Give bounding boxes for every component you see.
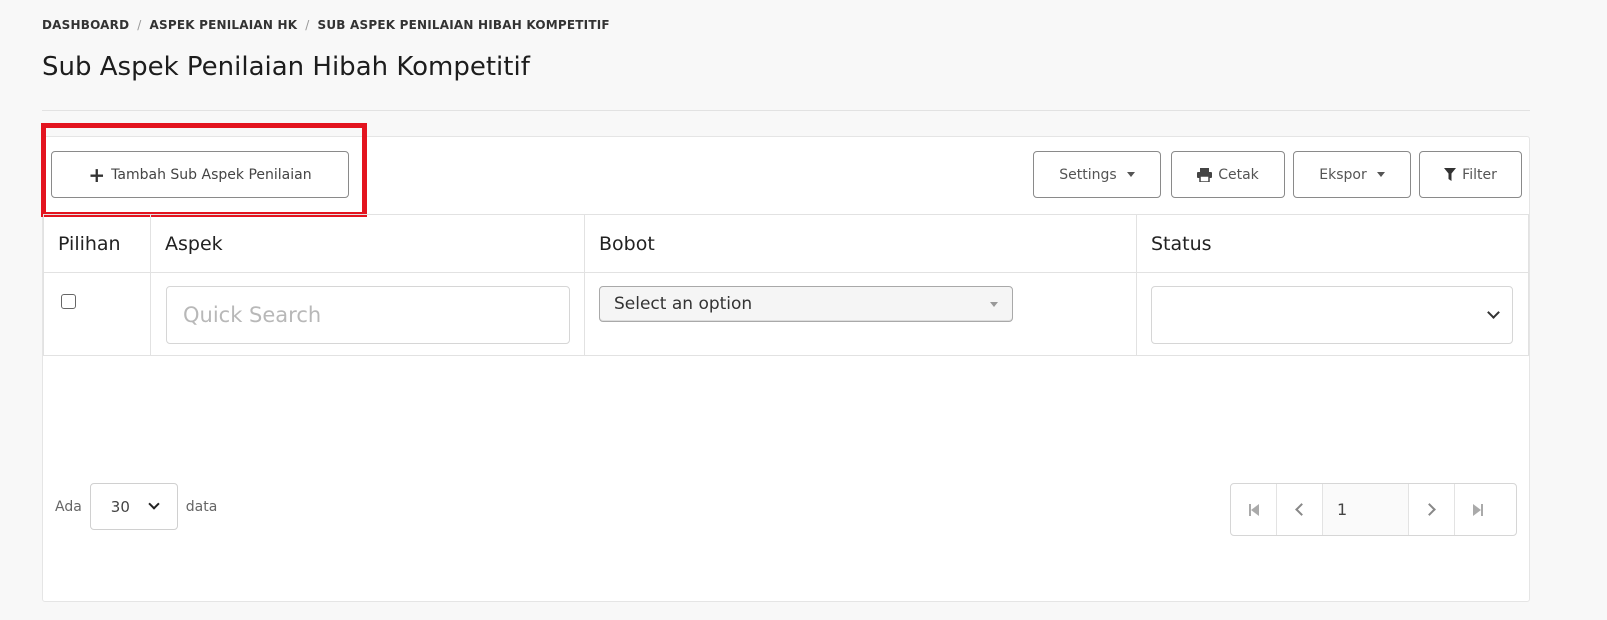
column-header-aspek[interactable]: Aspek xyxy=(150,214,585,273)
filter-cell-pilihan xyxy=(43,272,151,356)
previous-page-button[interactable] xyxy=(1277,484,1323,535)
data-table: Pilihan Aspek Bobot Status Select an opt… xyxy=(43,214,1529,356)
add-button-label: Tambah Sub Aspek Penilaian xyxy=(111,166,312,183)
breadcrumb-item-dashboard[interactable]: DASHBOARD xyxy=(42,18,129,32)
breadcrumb-separator: / xyxy=(305,18,310,32)
chevron-left-icon xyxy=(1295,503,1308,516)
export-dropdown-button[interactable]: Ekspor xyxy=(1293,151,1411,198)
funnel-icon xyxy=(1444,168,1457,181)
bobot-select[interactable]: Select an option xyxy=(599,286,1013,322)
page-size-control: Ada 30 data xyxy=(55,483,217,530)
plus-icon: + xyxy=(88,162,106,187)
filter-cell-bobot: Select an option xyxy=(584,272,1137,356)
pagination xyxy=(1230,483,1517,536)
breadcrumb: DASHBOARD / ASPEK PENILAIAN HK / SUB ASP… xyxy=(42,18,610,32)
page-size-suffix: data xyxy=(185,498,218,515)
breadcrumb-item-aspek-penilaian[interactable]: ASPEK PENILAIAN HK xyxy=(150,18,298,32)
first-page-button[interactable] xyxy=(1231,484,1277,535)
bobot-select-placeholder: Select an option xyxy=(614,294,753,314)
column-header-status[interactable]: Status xyxy=(1136,214,1529,273)
add-sub-aspek-button[interactable]: + Tambah Sub Aspek Penilaian xyxy=(51,151,349,198)
print-label: Cetak xyxy=(1218,166,1259,183)
filter-cell-status xyxy=(1136,272,1529,356)
caret-down-icon xyxy=(1126,172,1135,177)
table-filter-row: Select an option xyxy=(43,272,1529,356)
current-page-input[interactable] xyxy=(1323,484,1409,535)
filter-cell-aspek xyxy=(150,272,585,356)
last-page-icon xyxy=(1473,503,1483,516)
page-title: Sub Aspek Penilaian Hibah Kompetitif xyxy=(42,52,530,82)
caret-down-icon xyxy=(1376,172,1385,177)
column-header-pilihan: Pilihan xyxy=(43,214,151,273)
settings-dropdown-button[interactable]: Settings xyxy=(1033,151,1161,198)
title-divider xyxy=(42,110,1530,111)
filter-label: Filter xyxy=(1462,166,1497,183)
next-page-button[interactable] xyxy=(1409,484,1455,535)
aspek-quick-search-input[interactable] xyxy=(166,286,570,344)
select-all-checkbox[interactable] xyxy=(61,294,76,309)
page-size-select[interactable]: 30 xyxy=(89,483,178,530)
chevron-right-icon xyxy=(1423,503,1436,516)
last-page-button[interactable] xyxy=(1455,484,1501,535)
breadcrumb-item-current: SUB ASPEK PENILAIAN HIBAH KOMPETITIF xyxy=(317,18,610,32)
page-size-value: 30 xyxy=(110,497,130,516)
export-label: Ekspor xyxy=(1319,166,1367,183)
caret-down-icon xyxy=(990,301,998,307)
print-button[interactable]: Cetak xyxy=(1171,151,1285,198)
data-card: + Tambah Sub Aspek Penilaian Settings Ce… xyxy=(41,123,1530,602)
settings-label: Settings xyxy=(1059,166,1117,183)
chevron-down-icon xyxy=(148,498,160,510)
first-page-icon xyxy=(1248,503,1259,516)
printer-icon xyxy=(1197,167,1213,182)
page-size-prefix: Ada xyxy=(55,498,82,515)
filter-button[interactable]: Filter xyxy=(1419,151,1522,198)
chevron-down-icon xyxy=(1487,306,1500,319)
table-header-row: Pilihan Aspek Bobot Status xyxy=(43,214,1529,273)
status-select[interactable] xyxy=(1151,286,1513,344)
column-header-bobot[interactable]: Bobot xyxy=(584,214,1137,273)
breadcrumb-separator: / xyxy=(137,18,142,32)
